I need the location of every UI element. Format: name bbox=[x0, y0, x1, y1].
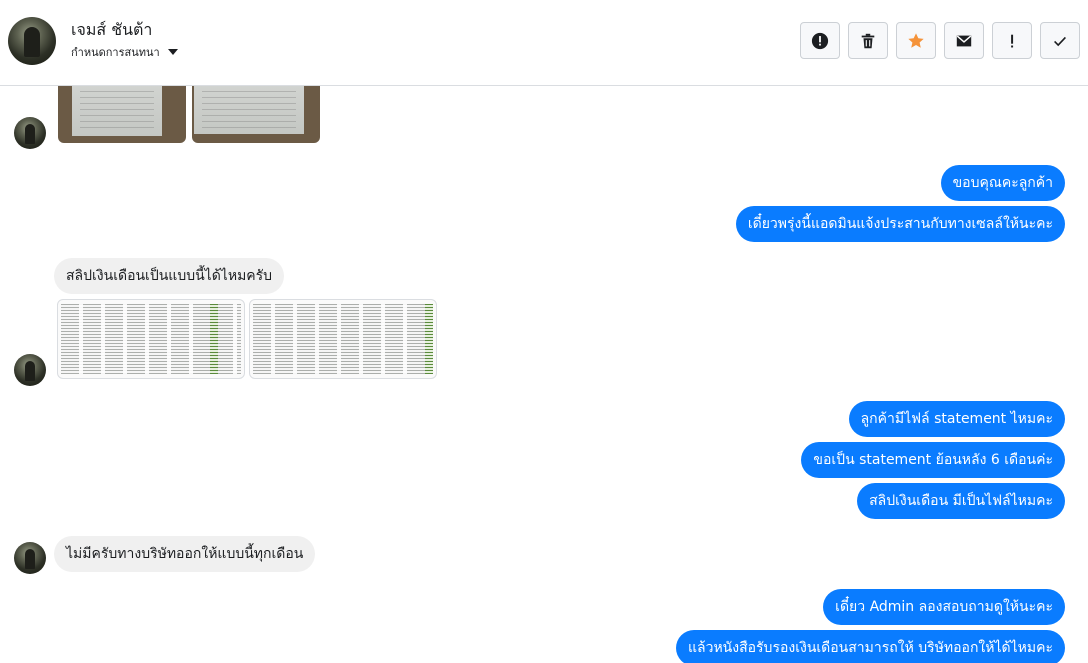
message-outgoing[interactable]: ขอเป็น statement ย้อนหลัง 6 เดือนค่ะ bbox=[801, 442, 1065, 478]
message-outgoing[interactable]: สลิปเงินเดือน มีเป็นไฟล์ไหมคะ bbox=[857, 483, 1065, 519]
mark-done-button[interactable] bbox=[1040, 22, 1080, 59]
header-actions bbox=[800, 22, 1080, 59]
mail-icon bbox=[956, 35, 972, 46]
mark-unread-button[interactable] bbox=[944, 22, 984, 59]
conversation-header: เจมส์ ชันต้า กำหนดการสนทนา bbox=[0, 0, 1088, 86]
contact-name[interactable]: เจมส์ ชันต้า bbox=[71, 18, 152, 43]
sender-avatar[interactable] bbox=[14, 117, 46, 149]
message-outgoing[interactable]: ขอบคุณคะลูกค้า bbox=[940, 165, 1065, 201]
star-button[interactable] bbox=[896, 22, 936, 59]
attachment-photo[interactable] bbox=[192, 86, 320, 143]
contact-avatar[interactable] bbox=[8, 17, 56, 65]
attachment-photo[interactable] bbox=[249, 299, 437, 379]
star-icon bbox=[908, 32, 924, 48]
message-outgoing[interactable]: ลูกค้ามีไฟล์ statement ไหมคะ bbox=[848, 401, 1065, 437]
message-thread[interactable]: ขอบคุณคะลูกค้า เดี๋ยวพรุ่งนี้แอดมินแจ้งป… bbox=[0, 86, 1088, 663]
sender-avatar[interactable] bbox=[14, 542, 46, 574]
message-outgoing[interactable]: เดี๋ยว Admin ลองสอบถามดูให้นะคะ bbox=[823, 589, 1065, 625]
check-icon bbox=[1054, 36, 1066, 46]
conversation-label-dropdown[interactable]: กำหนดการสนทนา bbox=[71, 43, 178, 61]
report-icon bbox=[811, 32, 829, 49]
attachment-photo[interactable] bbox=[57, 299, 245, 379]
sender-avatar[interactable] bbox=[14, 354, 46, 386]
report-button[interactable] bbox=[800, 22, 840, 59]
delete-button[interactable] bbox=[848, 22, 888, 59]
message-outgoing[interactable]: เดี๋ยวพรุ่งนี้แอดมินแจ้งประสานกับทางเซลล… bbox=[735, 206, 1065, 242]
caret-down-icon bbox=[167, 49, 178, 55]
trash-icon bbox=[861, 33, 875, 48]
mark-spam-button[interactable] bbox=[992, 22, 1032, 59]
message-incoming[interactable]: สลิปเงินเดือนเป็นแบบนี้ได้ไหมครับ bbox=[54, 258, 285, 294]
exclamation-icon bbox=[1011, 34, 1014, 47]
message-incoming[interactable]: ไม่มีครับทางบริษัทออกให้แบบนี้ทุกเดือน bbox=[54, 536, 316, 572]
attachment-photo[interactable] bbox=[58, 86, 186, 143]
conversation-label: กำหนดการสนทนา bbox=[71, 46, 160, 59]
message-outgoing[interactable]: แล้วหนังสือรับรองเงินเดือนสามารถให้ บริษ… bbox=[675, 630, 1065, 663]
